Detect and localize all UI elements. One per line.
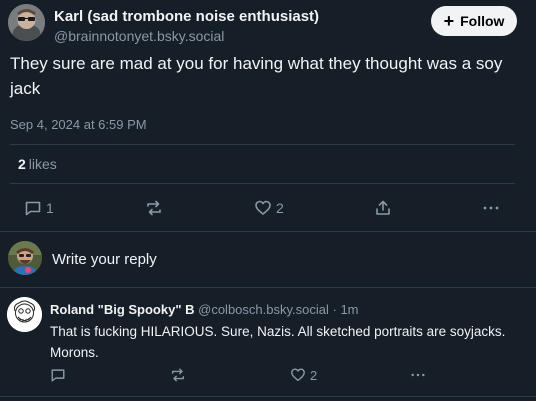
follow-label: Follow bbox=[460, 13, 505, 29]
divider bbox=[0, 287, 536, 288]
reply-count: 1 bbox=[46, 200, 54, 216]
heart-icon bbox=[291, 368, 305, 382]
author-avatar[interactable] bbox=[8, 4, 45, 41]
reply-author-avatar[interactable] bbox=[7, 297, 42, 332]
repost-icon bbox=[147, 200, 161, 216]
reply-button[interactable]: 1 bbox=[24, 199, 54, 217]
reply-text: That is fucking HILARIOUS. Sure, Nazis. … bbox=[50, 324, 506, 360]
reply-like-button[interactable]: 2 bbox=[290, 367, 317, 383]
reply-author-line: Roland "Big Spooky" B @colbosch.bsky.soc… bbox=[50, 302, 359, 317]
reply-input[interactable]: Write your reply bbox=[52, 251, 157, 268]
reply-more-button[interactable] bbox=[410, 367, 426, 383]
author-name[interactable]: Karl (sad trombone noise enthusiast) bbox=[54, 8, 319, 25]
reply-separator: · bbox=[332, 302, 337, 317]
more-dots-icon bbox=[483, 206, 499, 210]
reply-repost-button[interactable] bbox=[170, 367, 186, 383]
divider bbox=[10, 144, 515, 145]
post-header: Karl (sad trombone noise enthusiast) @br… bbox=[0, 0, 536, 50]
plus-icon: + bbox=[443, 11, 455, 31]
heart-icon bbox=[255, 200, 271, 215]
repost-icon bbox=[171, 368, 185, 382]
reply-like-count: 2 bbox=[310, 367, 318, 383]
more-button[interactable] bbox=[482, 199, 500, 217]
post-date[interactable]: Sep 4, 2024 at 6:59 PM bbox=[10, 117, 147, 132]
divider bbox=[0, 231, 536, 232]
divider bbox=[0, 396, 536, 397]
share-icon bbox=[376, 200, 390, 215]
likes-label: likes bbox=[28, 156, 57, 172]
author-handle[interactable]: @brainnotonyet.bsky.social bbox=[54, 28, 224, 44]
more-dots-icon bbox=[411, 373, 425, 377]
likes-summary[interactable]: 2 likes bbox=[18, 156, 57, 172]
reply-author-avatar-image bbox=[7, 297, 42, 332]
likes-count: 2 bbox=[18, 156, 26, 172]
comment-icon bbox=[51, 369, 65, 382]
repost-button[interactable] bbox=[145, 199, 163, 217]
reply-time[interactable]: 1m bbox=[340, 302, 358, 317]
follow-button[interactable]: + Follow bbox=[431, 6, 517, 36]
divider bbox=[10, 183, 515, 184]
reply-author-handle[interactable]: @colbosch.bsky.social bbox=[198, 302, 329, 317]
current-user-avatar-image bbox=[8, 241, 42, 275]
reply-reply-button[interactable] bbox=[50, 367, 66, 383]
comment-icon bbox=[25, 201, 41, 216]
like-count: 2 bbox=[276, 200, 284, 216]
reply-author-name[interactable]: Roland "Big Spooky" B bbox=[50, 302, 195, 317]
author-avatar-image bbox=[8, 4, 45, 41]
current-user-avatar bbox=[8, 241, 42, 275]
share-button[interactable] bbox=[374, 199, 392, 217]
like-button[interactable]: 2 bbox=[254, 199, 284, 217]
post-text: They sure are mad at you for having what… bbox=[10, 54, 503, 98]
